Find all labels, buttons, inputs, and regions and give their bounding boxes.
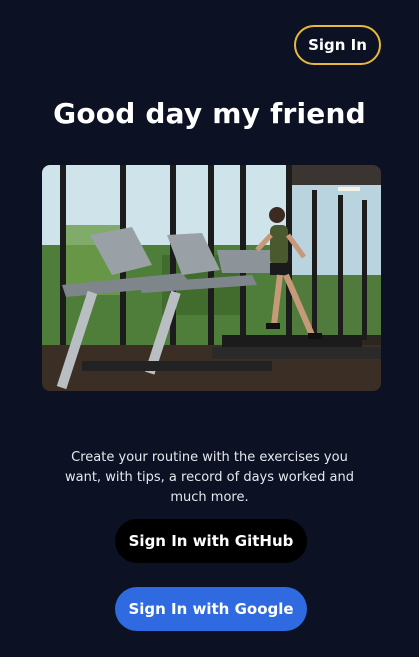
header-sign-in-button[interactable]: Sign In: [294, 25, 381, 65]
page-title: Good day my friend: [53, 97, 366, 130]
login-page: Sign In Good day my friend Create your r…: [0, 0, 419, 657]
hero-image: [42, 165, 381, 391]
sign-in-google-button[interactable]: Sign In with Google: [115, 587, 307, 631]
sign-in-github-button[interactable]: Sign In with GitHub: [115, 519, 307, 563]
app-description: Create your routine with the exercises y…: [65, 450, 354, 505]
